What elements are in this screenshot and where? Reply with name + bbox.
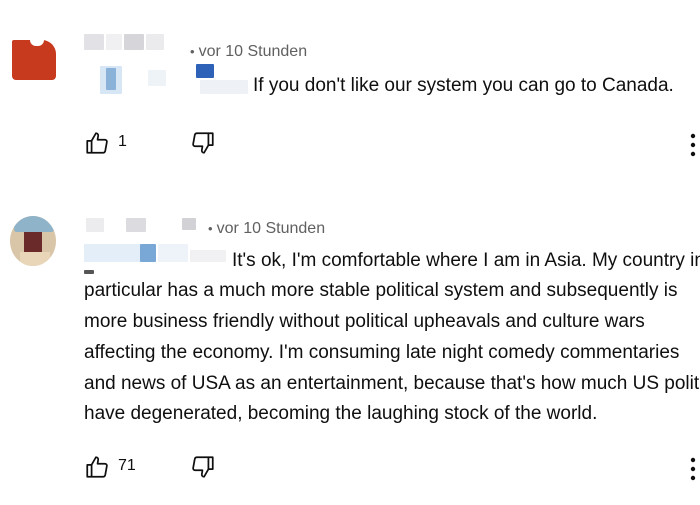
timestamp-row: • vor 10 Stunden [208, 220, 325, 238]
comment-text-line: have degenerated, becoming the laughing … [84, 403, 598, 424]
comment-actions: 1 [0, 124, 700, 164]
thumbs-up-icon[interactable] [84, 454, 110, 480]
more-vert-icon[interactable] [688, 130, 698, 160]
comment-text-line: It's ok, I'm comfortable where I am in A… [232, 250, 700, 271]
separator-dot: • [208, 221, 213, 236]
comment: • vor 10 Stunden It's ok, I'm comfortable… [0, 180, 700, 505]
avatar[interactable] [10, 216, 56, 266]
comment-text-line: and news of USA as an entertainment, bec… [84, 373, 700, 394]
thumbs-down-icon[interactable] [190, 454, 216, 480]
comment-text: If you don't like our system you can go … [253, 75, 674, 96]
avatar-body [20, 252, 50, 266]
comment: • vor 10 Stunden If you don't like our sy… [0, 0, 700, 180]
timestamp[interactable]: vor 10 Stunden [217, 220, 326, 237]
comment-text-line: affecting the economy. I'm consuming lat… [84, 342, 680, 363]
comment-text-line: particular has a much more stable politi… [84, 280, 678, 301]
comment-text-line: more business friendly without political… [84, 311, 645, 332]
thumbs-up-icon[interactable] [84, 130, 110, 156]
timestamp-row: • vor 10 Stunden [190, 43, 307, 61]
like-count: 71 [118, 457, 136, 474]
avatar-hair [14, 216, 54, 232]
avatar[interactable] [12, 34, 58, 80]
comment-actions: 71 [0, 448, 700, 488]
avatar-face [24, 232, 42, 254]
like-count: 1 [118, 133, 127, 150]
more-vert-icon[interactable] [688, 454, 698, 484]
thumbs-down-icon[interactable] [190, 130, 216, 156]
separator-dot: • [190, 44, 195, 59]
avatar-image [12, 40, 56, 80]
avatar-notch [30, 34, 44, 46]
timestamp[interactable]: vor 10 Stunden [199, 43, 308, 60]
